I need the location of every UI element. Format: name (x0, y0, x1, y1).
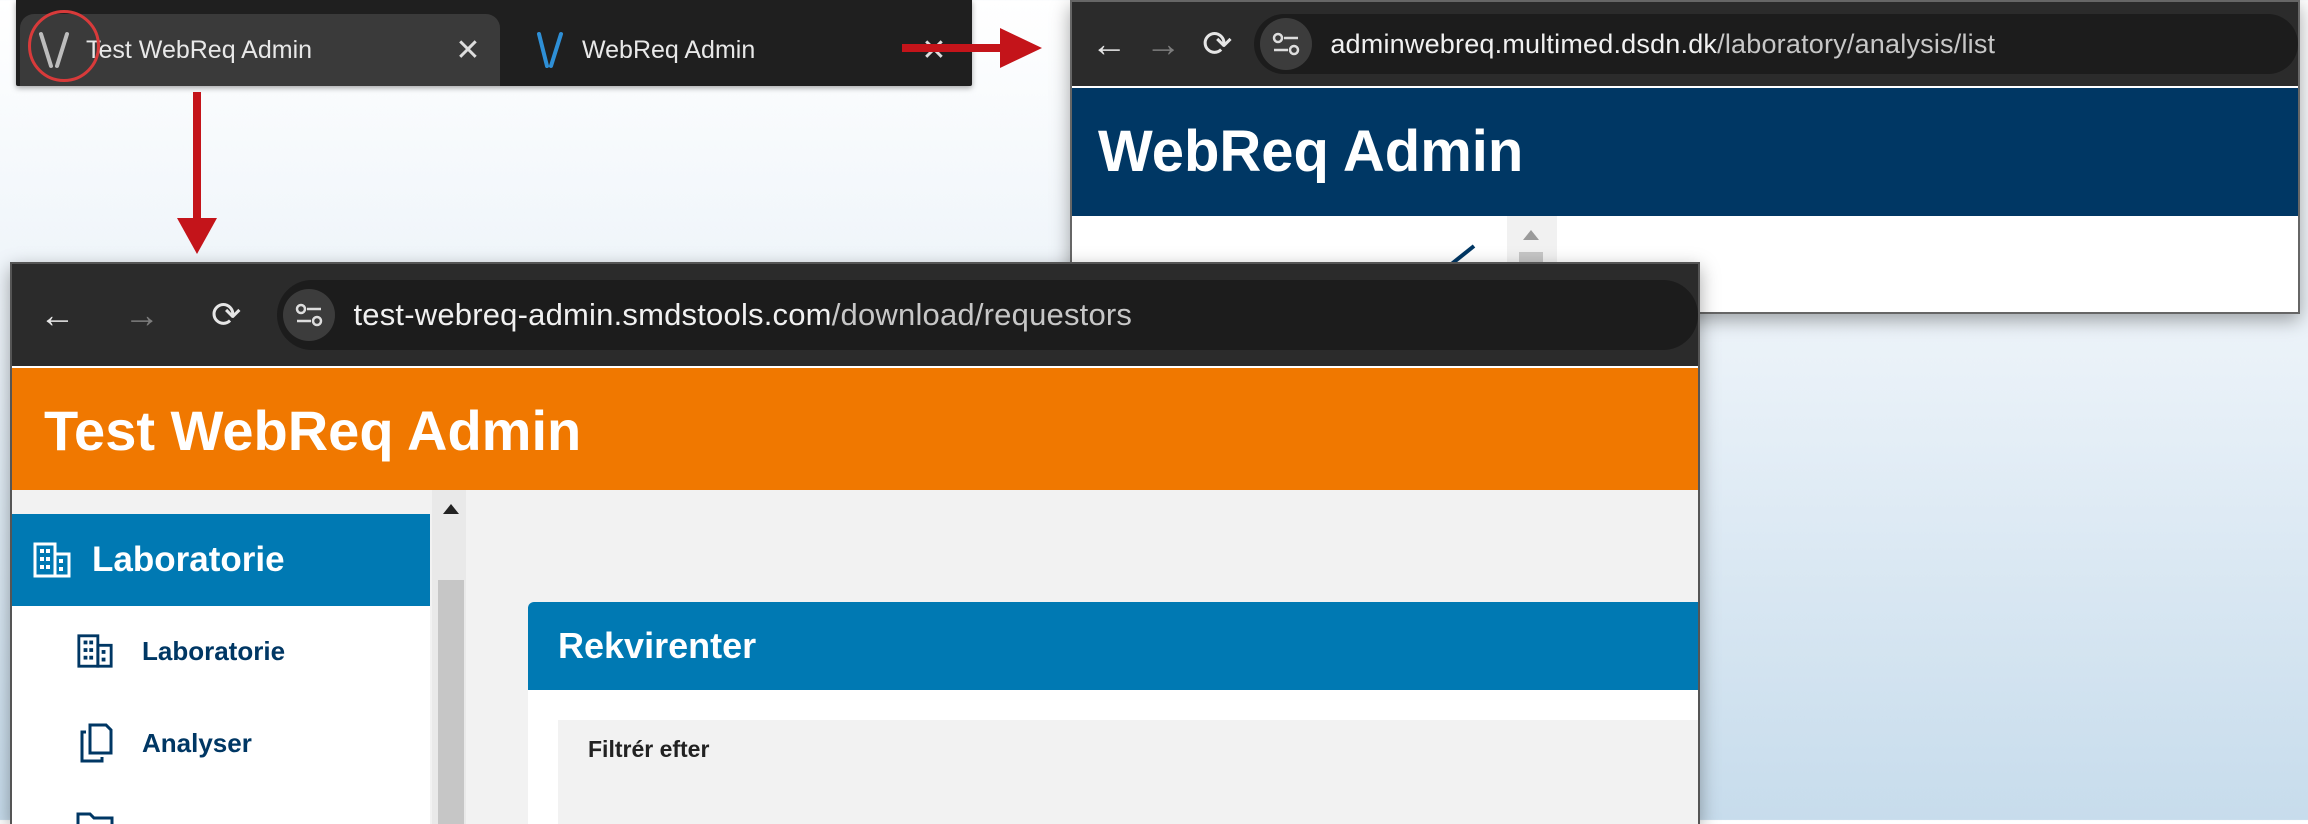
address-bar[interactable]: test-webreq-admin.smdstools.com/download… (277, 280, 1698, 350)
url-host: test-webreq-admin.smdstools.com (353, 297, 832, 332)
filter-label: Filtrér efter (588, 736, 710, 762)
arrow-down-head-icon (177, 218, 217, 254)
card-header: Rekvirenter (528, 602, 1698, 690)
tab-title: WebReq Admin (582, 35, 756, 64)
site-settings-icon[interactable] (1260, 18, 1313, 70)
url-path: /download/requestors (831, 297, 1133, 332)
tab-title: Test WebReq Admin (86, 35, 313, 64)
sidebar-item-label: Laboratorie (142, 635, 286, 666)
highlight-circle (28, 10, 100, 82)
sidebar-item-analyser[interactable]: Analyser (12, 698, 430, 788)
card-title: Rekvirenter (558, 625, 757, 666)
building-icon (33, 542, 71, 578)
app-header: WebReq Admin (1072, 88, 2298, 216)
requestors-card: Rekvirenter Filtrér efter (528, 602, 1698, 824)
reload-icon[interactable]: ⟳ (199, 287, 253, 343)
scroll-up-icon[interactable] (442, 502, 460, 516)
app-header: Test WebReq Admin (12, 368, 1698, 490)
arrow-right-head-icon (1000, 28, 1042, 68)
browser-tab-strip: Test WebReq Admin ✕ WebReq Admin ✕ (16, 0, 972, 86)
sidebar-scrollbar[interactable] (432, 490, 466, 824)
site-settings-icon[interactable] (283, 289, 336, 341)
app-title: Test WebReq Admin (44, 399, 582, 462)
scroll-up-icon[interactable] (1521, 228, 1541, 242)
sidebar-section-label: Laboratorie (92, 540, 285, 579)
arrow-down-shaft (193, 92, 201, 222)
tab-webreq-admin[interactable]: WebReq Admin ✕ (516, 14, 966, 86)
back-icon[interactable]: ← (1082, 16, 1136, 72)
sidebar-item-label: Analyser (142, 727, 252, 758)
folder-icon (76, 812, 114, 824)
url-path: /laboratory/analysis/list (1717, 28, 1996, 59)
address-bar[interactable]: adminwebreq.multimed.dsdn.dk/laboratory/… (1254, 14, 2298, 74)
sidebar: Laboratorie Laboratorie Analyser (12, 514, 430, 824)
browser-toolbar: ← → ⟳ adminwebreq.multimed.dsdn.dk/labor… (1072, 2, 2298, 86)
browser-window-test: ← → ⟳ test-webreq-admin.smdstools.com/do… (10, 262, 1700, 824)
app-main: Laboratorie Laboratorie Analyser Rekvire… (12, 490, 1698, 824)
scrollbar-thumb[interactable] (438, 580, 464, 824)
arrow-right-shaft (902, 44, 1002, 52)
webreq-favicon-icon (526, 26, 574, 74)
sidebar-item-laboratorie[interactable]: Laboratorie (12, 606, 430, 696)
url-text: test-webreq-admin.smdstools.com/download… (353, 297, 1132, 333)
forward-icon[interactable]: → (1136, 16, 1190, 72)
building-icon (77, 634, 113, 668)
close-tab-icon[interactable]: ✕ (448, 33, 488, 68)
back-icon[interactable]: ← (30, 287, 84, 343)
app-title: WebReq Admin (1098, 119, 1524, 184)
reload-icon[interactable]: ⟳ (1190, 16, 1244, 72)
url-host: adminwebreq.multimed.dsdn.dk (1330, 28, 1718, 59)
url-text: adminwebreq.multimed.dsdn.dk/laboratory/… (1330, 29, 1995, 60)
forward-icon[interactable]: → (114, 287, 168, 343)
sidebar-section-laboratorie[interactable]: Laboratorie (12, 514, 430, 606)
copy-icon (80, 723, 113, 763)
filter-panel: Filtrér efter (558, 720, 1698, 824)
browser-toolbar: ← → ⟳ test-webreq-admin.smdstools.com/do… (12, 264, 1698, 366)
